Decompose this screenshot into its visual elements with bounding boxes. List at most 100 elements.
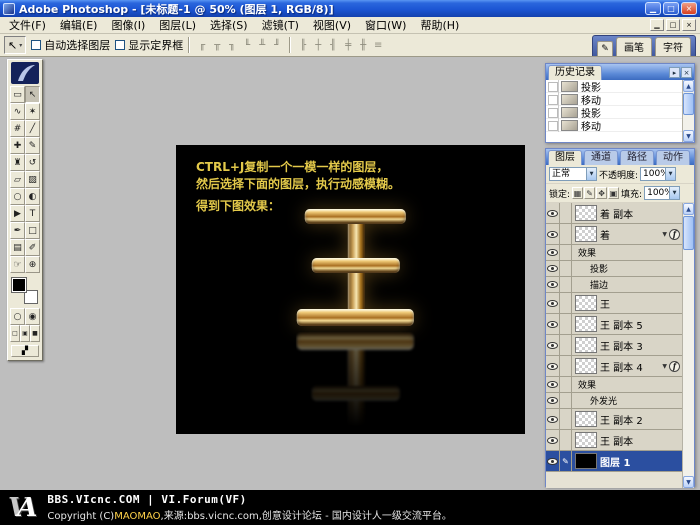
visibility-toggle[interactable] — [546, 245, 560, 260]
distribute-icon[interactable]: ╟ — [296, 38, 310, 53]
visibility-toggle[interactable] — [546, 261, 560, 276]
layer-row[interactable]: 王 副本 — [546, 430, 682, 451]
magic-wand-tool[interactable]: ✶ — [25, 103, 40, 120]
opacity-input[interactable]: 100% ▼ — [640, 167, 676, 181]
scroll-thumb[interactable] — [683, 216, 694, 250]
align-icon[interactable]: ╨ — [255, 38, 269, 53]
layer-name[interactable]: 效果 — [578, 378, 596, 391]
hand-tool[interactable]: ☞ — [10, 256, 25, 273]
panel-close-button[interactable]: × — [681, 67, 692, 78]
scroll-up-icon[interactable]: ▲ — [683, 203, 694, 215]
layer-name[interactable]: 王 副本 2 — [600, 412, 643, 427]
layer-row[interactable]: 王 副本 2 — [546, 409, 682, 430]
lasso-tool[interactable]: ∿ — [10, 103, 25, 120]
type-tool[interactable]: T — [25, 205, 40, 222]
history-source-box[interactable] — [546, 80, 559, 93]
lock-toggle[interactable]: ▦ — [572, 187, 583, 199]
layers-panel-tab[interactable]: 路径 — [620, 150, 654, 165]
layer-name[interactable]: 图层 1 — [600, 454, 630, 469]
visibility-toggle[interactable] — [546, 356, 560, 376]
distribute-icon[interactable]: ┼ — [311, 38, 325, 53]
screen-mode-button[interactable]: ▣ — [20, 325, 30, 342]
layer-name[interactable]: 王 — [600, 296, 610, 311]
blur-tool[interactable]: ○ — [10, 188, 25, 205]
layers-panel-tab[interactable]: 动作 — [656, 150, 690, 165]
history-scrollbar[interactable]: ▲ ▼ — [682, 80, 694, 142]
layer-thumbnail[interactable] — [575, 411, 597, 427]
panel-menu-button[interactable]: ▸ — [669, 67, 680, 78]
layer-name[interactable]: 效果 — [578, 246, 596, 259]
align-icon[interactable]: ╥ — [210, 38, 224, 53]
current-tool-indicator[interactable]: ↖ ▾ — [4, 36, 26, 54]
eyedropper-tool[interactable]: ✐ — [25, 239, 40, 256]
layer-thumbnail[interactable] — [575, 432, 597, 448]
menu-item[interactable]: 图像(I) — [104, 16, 152, 34]
visibility-toggle[interactable] — [546, 277, 560, 292]
align-icon[interactable]: ╙ — [240, 38, 254, 53]
layer-thumbnail[interactable] — [575, 316, 597, 332]
layer-name[interactable]: 外发光 — [590, 394, 617, 407]
layer-name[interactable]: 着 — [600, 227, 610, 242]
rect-marquee-tool[interactable]: ▭ — [10, 86, 25, 103]
lock-toggle[interactable]: ✥ — [596, 187, 607, 199]
history-source-box[interactable] — [546, 106, 559, 119]
slice-tool[interactable]: ╱ — [25, 120, 40, 137]
screen-mode-button[interactable]: □ — [10, 325, 20, 342]
layer-thumbnail[interactable] — [575, 453, 597, 469]
visibility-toggle[interactable] — [546, 393, 560, 408]
align-icon[interactable]: ╖ — [225, 38, 239, 53]
visibility-toggle[interactable] — [546, 430, 560, 450]
brush-tool[interactable]: ✎ — [25, 137, 40, 154]
layer-row[interactable]: 王 副本 5 — [546, 314, 682, 335]
align-icon[interactable]: ╜ — [270, 38, 284, 53]
layer-row[interactable]: 着 ▼ f — [546, 224, 682, 245]
layer-name[interactable]: 描边 — [590, 278, 608, 291]
menu-item[interactable]: 窗口(W) — [358, 16, 413, 34]
tab-history[interactable]: 历史记录 — [548, 65, 602, 80]
gradient-tool[interactable]: ▨ — [25, 171, 40, 188]
lock-toggle[interactable]: ▣ — [608, 187, 619, 199]
layer-thumbnail[interactable] — [575, 358, 597, 374]
doc-restore-button[interactable]: □ — [666, 19, 680, 31]
layer-row[interactable]: 效果 — [546, 245, 682, 261]
layers-scrollbar[interactable]: ▲ ▼ — [682, 203, 694, 488]
lock-toggle[interactable]: ✎ — [584, 187, 595, 199]
dropdown-icon[interactable]: ▼ — [669, 187, 679, 199]
layer-row[interactable]: 投影 — [546, 261, 682, 277]
screen-mode-button[interactable]: ■ — [30, 325, 40, 342]
distribute-icon[interactable]: ╢ — [326, 38, 340, 53]
menu-item[interactable]: 选择(S) — [203, 16, 255, 34]
menu-item[interactable]: 编辑(E) — [53, 16, 105, 34]
background-color-swatch[interactable] — [24, 290, 38, 304]
layer-thumbnail[interactable] — [575, 226, 597, 242]
jump-to-imageready-button[interactable]: ▞ — [11, 345, 39, 357]
history-step[interactable]: 投影 — [546, 106, 682, 119]
menu-item[interactable]: 文件(F) — [2, 16, 53, 34]
visibility-toggle[interactable] — [546, 335, 560, 355]
visibility-toggle[interactable] — [546, 314, 560, 334]
menu-item[interactable]: 图层(L) — [152, 16, 203, 34]
distribute-icon[interactable]: ≡ — [371, 38, 385, 53]
dropdown-icon[interactable]: ▼ — [586, 168, 596, 180]
close-button[interactable]: × — [681, 2, 697, 15]
maximize-button[interactable]: □ — [663, 2, 679, 15]
layer-name[interactable]: 王 副本 — [600, 433, 633, 448]
doc-close-button[interactable]: × — [682, 19, 696, 31]
doc-minimize-button[interactable]: ▁ — [650, 19, 664, 31]
brush-preset-icon[interactable]: ✎ — [597, 41, 613, 56]
expand-styles-icon[interactable]: ▼ — [662, 231, 667, 238]
show-bounding-box-checkbox[interactable]: 显示定界框 — [115, 37, 183, 53]
layer-name[interactable]: 着 副本 — [600, 206, 633, 221]
crop-tool[interactable]: # — [10, 120, 25, 137]
layer-name[interactable]: 投影 — [590, 262, 608, 275]
layer-thumbnail[interactable] — [575, 205, 597, 221]
align-icon[interactable]: ╓ — [195, 38, 209, 53]
layer-name[interactable]: 王 副本 3 — [600, 338, 643, 353]
adobe-feather-logo[interactable] — [11, 62, 39, 84]
layer-row[interactable]: ✎ 图层 1 — [546, 451, 682, 472]
dodge-tool[interactable]: ◐ — [25, 188, 40, 205]
history-step[interactable]: 移动 — [546, 119, 682, 132]
menu-item[interactable]: 滤镜(T) — [255, 16, 306, 34]
layer-name[interactable]: 王 副本 4 — [600, 359, 643, 374]
history-brush-tool[interactable]: ↺ — [25, 154, 40, 171]
